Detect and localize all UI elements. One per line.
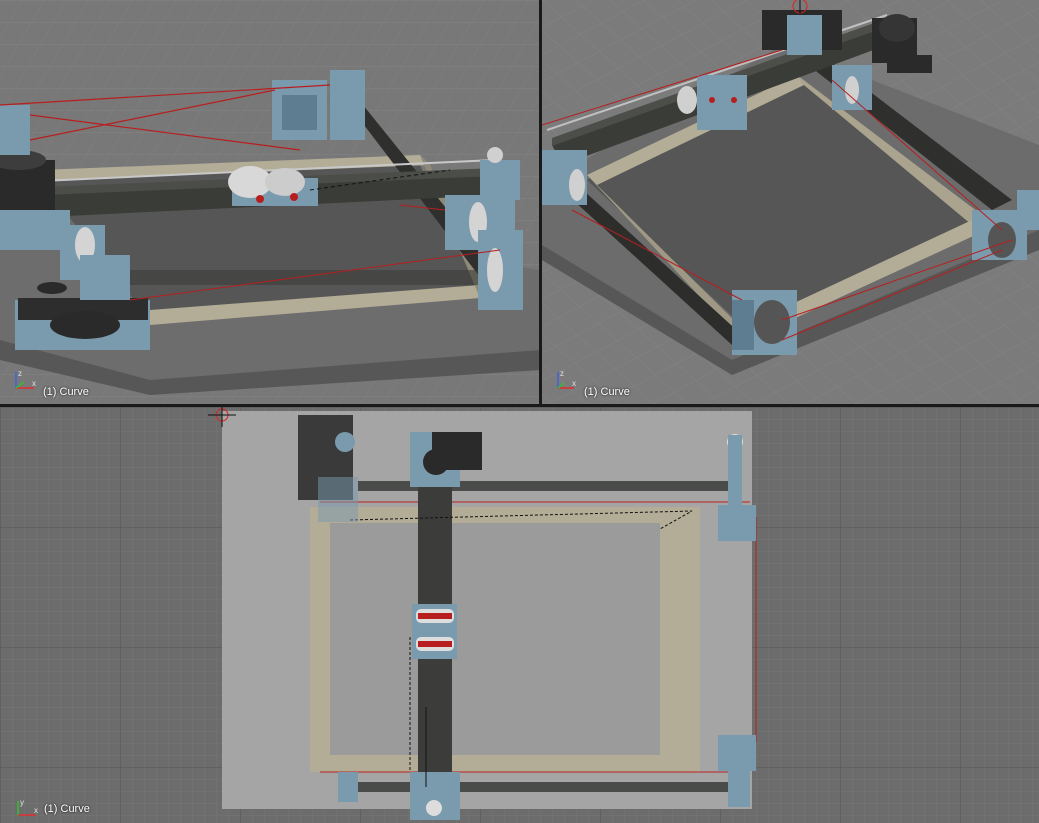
bracket-left-front bbox=[80, 255, 130, 300]
pulley-left bbox=[569, 169, 585, 201]
carriage-wheel-2-core bbox=[418, 641, 452, 647]
axis-label-z: z bbox=[18, 369, 22, 378]
motor-top-left-pulley bbox=[335, 432, 355, 452]
viewport-perspective-left[interactable]: z x (1) Curve bbox=[0, 0, 539, 404]
bracket-rear-right bbox=[330, 70, 365, 140]
pulley-right-upper bbox=[728, 508, 756, 536]
pulley-gantry-top bbox=[423, 449, 449, 475]
bracket-far-right bbox=[1017, 190, 1039, 230]
axis-label-x: x bbox=[32, 379, 36, 388]
carriage-wheel bbox=[677, 86, 697, 114]
pulley-right-cap bbox=[487, 147, 503, 163]
carriage-bolt-right bbox=[731, 97, 737, 103]
pulley-gantry-bottom bbox=[426, 800, 442, 816]
axis-icon-right: z x bbox=[557, 369, 576, 389]
carriage-bolt-left bbox=[709, 97, 715, 103]
bracket-bottom-right bbox=[728, 767, 750, 807]
axis-label-y: y bbox=[20, 798, 24, 807]
viewport-label: (1) Curve bbox=[584, 386, 630, 398]
axis-label-x: x bbox=[34, 806, 38, 815]
motor-front-pulley bbox=[37, 282, 67, 294]
bracket-top-right-arm bbox=[728, 435, 742, 505]
axis-label-z: z bbox=[560, 369, 564, 378]
carriage-bolt-left bbox=[256, 195, 264, 203]
viewport-top[interactable]: y x (1) Curve bbox=[0, 407, 1039, 823]
carriage bbox=[697, 75, 747, 130]
axis-icon-top: y x bbox=[17, 798, 38, 816]
axis-label-x: x bbox=[572, 379, 576, 388]
bracket-rear-left bbox=[0, 105, 30, 155]
carriage-bolt-right bbox=[290, 193, 298, 201]
axis-icon-left: z x bbox=[15, 369, 36, 389]
bracket-right-top bbox=[480, 160, 520, 200]
pulley-right-front bbox=[487, 248, 503, 292]
motor-front-body bbox=[50, 311, 120, 339]
bracket-bottom-left bbox=[338, 772, 358, 802]
viewport-label: (1) Curve bbox=[43, 386, 89, 398]
bracket-front-side bbox=[732, 300, 754, 350]
carriage-wheel-right bbox=[265, 168, 305, 196]
top-view-scene bbox=[0, 407, 1039, 823]
motor-rear-top bbox=[879, 14, 915, 42]
viewport-label: (1) Curve bbox=[44, 803, 90, 815]
bracket-rear-middle-inner bbox=[282, 95, 317, 130]
viewport-perspective-right[interactable]: z x (1) Curve bbox=[542, 0, 1039, 404]
pulley-right-top bbox=[845, 76, 859, 104]
motor-top-left-bracket bbox=[318, 477, 358, 522]
carriage-wheel-1-core bbox=[418, 613, 452, 619]
motor-rear-base bbox=[887, 55, 932, 73]
motor-left-bracket bbox=[0, 210, 70, 250]
frame-inner bbox=[330, 523, 660, 755]
bracket-rear bbox=[787, 15, 822, 55]
perspective-left-scene bbox=[0, 0, 539, 404]
pulley-right-lower bbox=[728, 739, 756, 767]
perspective-right-scene bbox=[542, 0, 1039, 404]
pulley-front bbox=[754, 300, 790, 344]
